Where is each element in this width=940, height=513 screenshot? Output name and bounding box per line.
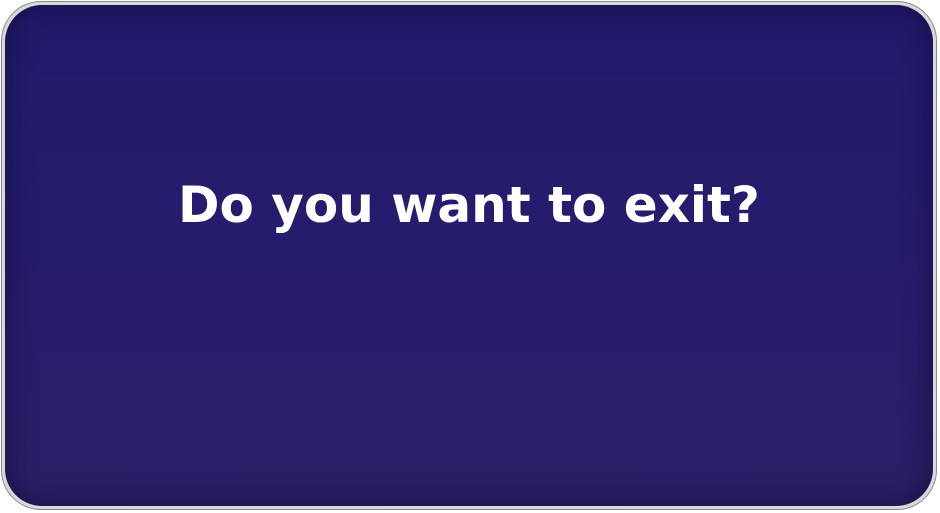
dialog-panel: Do you want to exit?	[5, 5, 933, 506]
exit-dialog: Do you want to exit?	[1, 1, 937, 510]
dialog-title: Do you want to exit?	[178, 176, 760, 234]
